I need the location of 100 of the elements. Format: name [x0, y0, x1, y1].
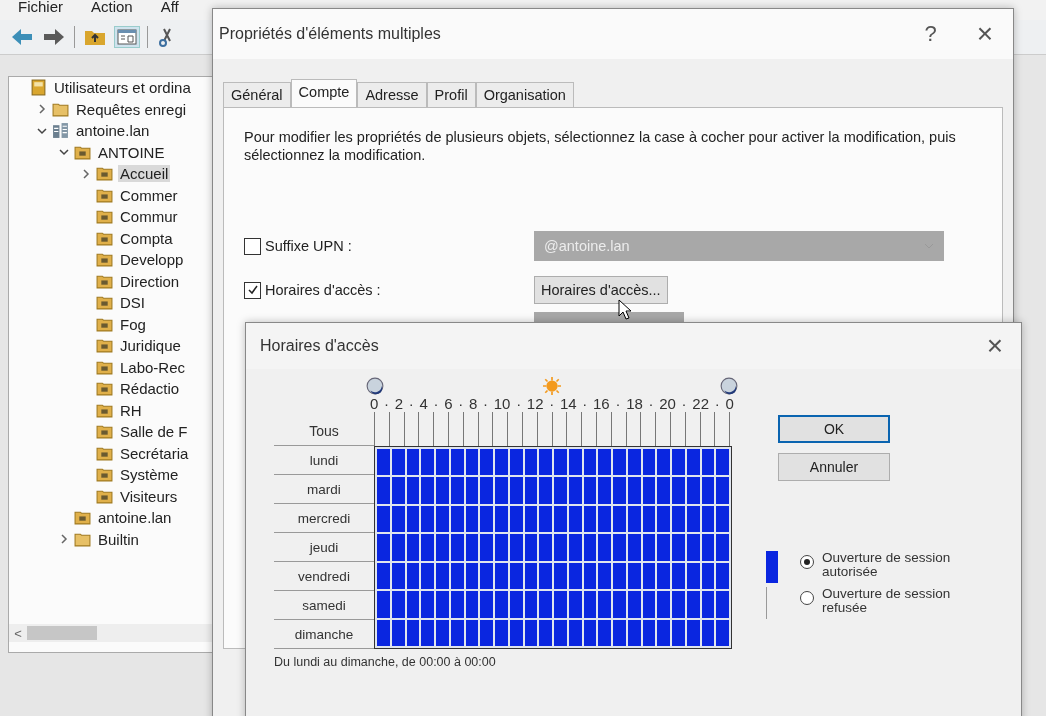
tree-item[interactable]: Visiteurs	[118, 487, 180, 505]
hour-cell[interactable]	[524, 505, 538, 533]
menu-item[interactable]: Fichier	[18, 0, 63, 14]
hour-cell[interactable]	[539, 449, 552, 476]
tree-item[interactable]: Utilisateurs et ordina	[52, 79, 193, 97]
tree-item[interactable]: Compta	[118, 229, 175, 247]
hour-cell[interactable]	[377, 534, 390, 561]
console-tree-icon[interactable]	[115, 27, 139, 47]
hour-cell[interactable]	[539, 505, 552, 533]
hour-cell[interactable]	[642, 534, 656, 561]
chevron-icon[interactable]	[59, 147, 69, 158]
hour-cell[interactable]	[583, 619, 597, 646]
hour-cell[interactable]	[465, 477, 479, 504]
hour-cell[interactable]	[480, 505, 493, 533]
tree-item[interactable]: Commer	[118, 186, 180, 204]
hour-cell[interactable]	[450, 562, 464, 590]
hour-cell[interactable]	[480, 449, 493, 476]
hour-cell[interactable]	[598, 505, 611, 533]
hour-cell[interactable]	[480, 477, 493, 504]
hour-cell[interactable]	[377, 505, 390, 533]
hour-cell[interactable]	[568, 505, 582, 533]
hour-cell[interactable]	[421, 505, 434, 533]
hour-cell[interactable]	[627, 619, 641, 646]
hour-cell[interactable]	[495, 591, 508, 618]
chevron-icon[interactable]	[81, 168, 91, 179]
hour-cell[interactable]	[391, 591, 405, 618]
hour-cell[interactable]	[657, 449, 670, 476]
hour-cell[interactable]	[568, 619, 582, 646]
hour-cell[interactable]	[568, 562, 582, 590]
tree-item[interactable]: Requêtes enregi	[74, 100, 189, 118]
hour-cell[interactable]	[583, 449, 597, 476]
hour-cell[interactable]	[686, 505, 700, 533]
hour-cell[interactable]	[436, 562, 449, 590]
hour-cell[interactable]	[657, 505, 670, 533]
hour-cell[interactable]	[391, 477, 405, 504]
hour-cell[interactable]	[406, 449, 420, 476]
hour-cell[interactable]	[554, 619, 567, 646]
tab[interactable]: Organisation	[475, 82, 574, 107]
back-arrow-icon[interactable]	[10, 27, 34, 47]
hour-cell[interactable]	[465, 619, 479, 646]
hour-cell[interactable]	[465, 534, 479, 561]
hour-cell[interactable]	[583, 505, 597, 533]
hour-cell[interactable]	[465, 505, 479, 533]
hour-cell[interactable]	[421, 534, 434, 561]
hour-cell[interactable]	[672, 591, 685, 618]
hour-cell[interactable]	[657, 591, 670, 618]
hour-cell[interactable]	[627, 449, 641, 476]
hour-cell[interactable]	[554, 534, 567, 561]
hour-cell[interactable]	[450, 505, 464, 533]
hour-cell[interactable]	[495, 619, 508, 646]
menu-item[interactable]: Action	[91, 0, 133, 14]
hour-cell[interactable]	[686, 534, 700, 561]
hour-cell[interactable]	[509, 505, 523, 533]
hour-cell[interactable]	[672, 449, 685, 476]
hour-cell[interactable]	[421, 449, 434, 476]
tree-item[interactable]: RH	[118, 401, 144, 419]
hour-cell[interactable]	[627, 534, 641, 561]
hour-cell[interactable]	[672, 619, 685, 646]
hour-cell[interactable]	[406, 505, 420, 533]
hour-cell[interactable]	[509, 562, 523, 590]
hour-cell[interactable]	[627, 477, 641, 504]
hour-cell[interactable]	[716, 619, 729, 646]
hour-cell[interactable]	[406, 477, 420, 504]
hour-cell[interactable]	[406, 534, 420, 561]
hour-cell[interactable]	[642, 562, 656, 590]
hour-cell[interactable]	[657, 562, 670, 590]
hour-cell[interactable]	[613, 449, 626, 476]
hour-cell[interactable]	[421, 619, 434, 646]
hour-cell[interactable]	[716, 505, 729, 533]
hour-cell[interactable]	[701, 591, 715, 618]
checkbox[interactable]	[244, 237, 261, 255]
hour-cell[interactable]	[598, 477, 611, 504]
hour-cell[interactable]	[716, 534, 729, 561]
tree-item[interactable]: Commur	[118, 208, 180, 226]
close-button[interactable]: ×	[986, 330, 1003, 362]
hour-cell[interactable]	[377, 591, 390, 618]
hour-cell[interactable]	[406, 619, 420, 646]
tab[interactable]: Adresse	[357, 82, 427, 107]
hour-cell[interactable]	[421, 562, 434, 590]
tree-item[interactable]: antoine.lan	[96, 509, 174, 527]
hour-cell[interactable]	[495, 449, 508, 476]
hour-cell[interactable]	[598, 534, 611, 561]
hour-cell[interactable]	[672, 562, 685, 590]
hour-cell[interactable]	[450, 449, 464, 476]
hour-cell[interactable]	[436, 477, 449, 504]
hour-cell[interactable]	[421, 477, 434, 504]
hour-cell[interactable]	[716, 449, 729, 476]
hour-cell[interactable]	[686, 591, 700, 618]
hour-cell[interactable]	[465, 449, 479, 476]
hour-cell[interactable]	[613, 534, 626, 561]
hour-cell[interactable]	[539, 562, 552, 590]
hour-cell[interactable]	[524, 477, 538, 504]
tree-item[interactable]: Fog	[118, 315, 148, 333]
hour-cell[interactable]	[686, 562, 700, 590]
hour-cell[interactable]	[701, 477, 715, 504]
hour-cell[interactable]	[554, 505, 567, 533]
hour-cell[interactable]	[701, 562, 715, 590]
hour-cell[interactable]	[391, 505, 405, 533]
hour-cell[interactable]	[613, 591, 626, 618]
hour-cell[interactable]	[686, 477, 700, 504]
